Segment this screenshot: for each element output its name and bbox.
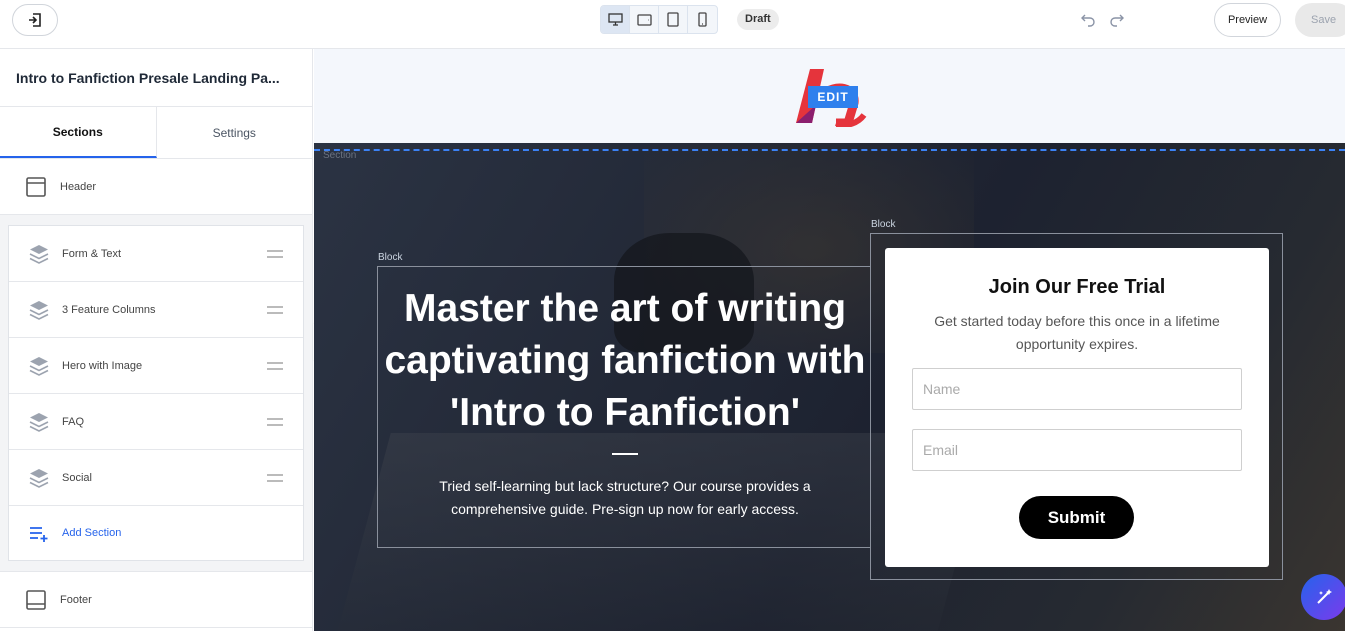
section-label: Section <box>323 150 357 161</box>
add-list-icon <box>30 527 48 542</box>
form-title: Join Our Free Trial <box>988 276 1166 298</box>
sidebar: Intro to Fanfiction Presale Landing Pa..… <box>0 49 313 631</box>
section-item-label: Hero with Image <box>62 359 143 372</box>
divider <box>612 453 638 455</box>
top-toolbar: Draft Preview Save <box>0 0 1345 49</box>
text-block[interactable]: Master the art of writing captivating fa… <box>377 266 871 548</box>
submit-button[interactable]: Submit <box>1019 496 1134 539</box>
layers-icon <box>29 244 49 264</box>
form-subtitle: Get started today before this once in a … <box>934 313 1220 352</box>
footer-section-item[interactable]: Footer <box>0 572 312 628</box>
mobile-icon <box>698 12 707 27</box>
tablet-portrait-view-button[interactable] <box>659 6 688 33</box>
section-item-label: 3 Feature Columns <box>62 303 156 316</box>
name-field[interactable]: Name <box>912 368 1242 410</box>
section-item-social[interactable]: Social <box>9 450 303 506</box>
drag-handle-icon[interactable] <box>267 305 283 314</box>
sections-list: Form & Text 3 Feature Columns Hero with … <box>8 225 304 561</box>
drag-handle-icon[interactable] <box>267 361 283 370</box>
section-item-form-text[interactable]: Form & Text <box>9 226 303 282</box>
hero-headline: Master the art of writing captivating fa… <box>384 287 866 434</box>
section-item-label: FAQ <box>62 415 85 428</box>
signup-form-card: Join Our Free Trial Get started today be… <box>885 248 1269 567</box>
page-canvas: EDIT Section Block Master the art of wri… <box>314 49 1345 631</box>
redo-icon <box>1110 14 1124 27</box>
redo-button[interactable] <box>1109 11 1125 32</box>
section-boundary <box>314 149 1345 151</box>
page-title: Intro to Fanfiction Presale Landing Pa..… <box>0 49 312 107</box>
section-item-hero-image[interactable]: Hero with Image <box>9 338 303 394</box>
hero-subtext: Tried self-learning but lack structure? … <box>439 478 811 517</box>
exit-icon <box>29 13 41 27</box>
tab-settings[interactable]: Settings <box>157 107 313 158</box>
desktop-icon <box>607 13 623 26</box>
drag-handle-icon[interactable] <box>267 249 283 258</box>
header-layout-icon <box>26 176 46 197</box>
header-label: Header <box>60 180 97 193</box>
tab-sections[interactable]: Sections <box>0 107 157 158</box>
section-item-feature-columns[interactable]: 3 Feature Columns <box>9 282 303 338</box>
sidebar-tabs: Sections Settings <box>0 107 312 159</box>
save-button[interactable]: Save <box>1295 3 1345 37</box>
undo-button[interactable] <box>1080 11 1096 32</box>
add-section-label: Add Section <box>62 527 122 539</box>
tablet-landscape-icon <box>636 13 652 26</box>
magic-wand-icon <box>1317 589 1332 604</box>
draft-status-badge: Draft <box>737 9 779 30</box>
layers-icon <box>29 356 49 376</box>
layers-icon <box>29 468 49 488</box>
layers-icon <box>29 300 49 320</box>
tablet-landscape-view-button[interactable] <box>630 6 659 33</box>
desktop-view-button[interactable] <box>601 6 630 33</box>
email-field[interactable]: Email <box>912 429 1242 471</box>
footer-label: Footer <box>60 593 92 606</box>
block-label: Block <box>378 252 403 263</box>
undo-icon <box>1081 14 1095 27</box>
add-section-button[interactable]: Add Section <box>9 506 303 560</box>
block-label: Block <box>871 219 896 230</box>
device-switcher <box>600 5 718 34</box>
sections-list-area: Form & Text 3 Feature Columns Hero with … <box>0 215 312 572</box>
mobile-view-button[interactable] <box>688 6 717 33</box>
drag-handle-icon[interactable] <box>267 473 283 482</box>
header-section-item[interactable]: Header <box>0 159 312 215</box>
tablet-portrait-icon <box>667 12 679 27</box>
footer-layout-icon <box>26 589 46 610</box>
section-item-label: Form & Text <box>62 247 122 260</box>
edit-header-button[interactable]: EDIT <box>808 86 858 108</box>
ai-assistant-button[interactable] <box>1301 574 1345 620</box>
drag-handle-icon[interactable] <box>267 417 283 426</box>
layers-icon <box>29 412 49 432</box>
preview-button[interactable]: Preview <box>1214 3 1281 37</box>
page-header[interactable]: EDIT <box>314 49 1345 143</box>
section-item-faq[interactable]: FAQ <box>9 394 303 450</box>
section-item-label: Social <box>62 471 92 484</box>
exit-button[interactable] <box>12 4 58 36</box>
